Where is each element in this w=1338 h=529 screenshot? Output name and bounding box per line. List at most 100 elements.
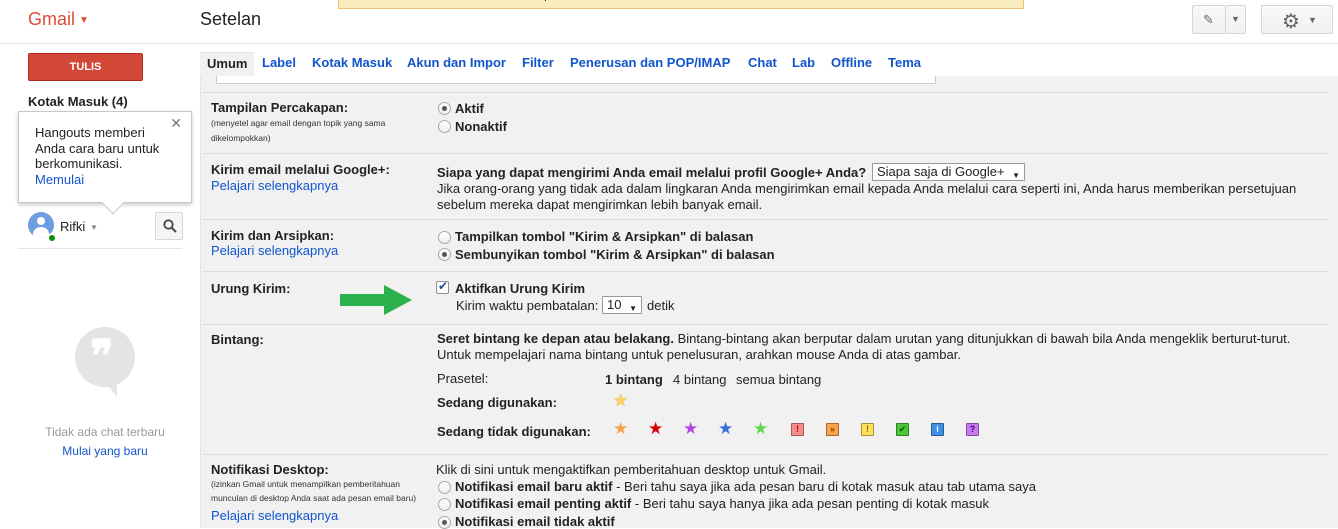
tab-accounts-import[interactable]: Akun dan Impor [407,52,506,76]
notify-off-label[interactable]: Notifikasi email tidak aktif [455,514,615,529]
undo-send-period-select[interactable]: 10 ▼ [602,296,642,314]
google-plus-select-value: Siapa saja di Google+ [877,164,1005,179]
conversation-view-on-label[interactable]: Aktif [455,101,484,116]
conversation-view-label: Tampilan Percakapan: [211,100,349,115]
undo-send-checkbox-label[interactable]: Aktifkan Urung Kirim [455,281,585,296]
notify-new-mail-label[interactable]: Notifikasi email baru aktif - Beri tahu … [455,479,1036,494]
tab-labels[interactable]: Label [262,52,296,76]
start-new-chat-link-text[interactable]: Mulai yang baru [62,444,147,458]
stars-in-use-label: Sedang digunakan: [437,395,557,410]
desktop-notifications-description: (izinkan Gmail untuk menampilkan pemberi… [211,479,417,503]
send-archive-label: Kirim dan Arsipkan: [211,228,335,243]
chevron-down-icon[interactable]: ▼ [90,223,98,232]
tab-offline[interactable]: Offline [831,52,872,76]
tab-chat[interactable]: Chat [748,52,777,76]
send-archive-hide-label[interactable]: Sembunyikan tombol "Kirim & Arsipkan" di… [455,247,775,262]
purple-star-icon[interactable]: ★ [683,420,698,437]
start-new-chat-link[interactable]: Mulai yang baru [0,444,210,458]
stars-preset-all-stars[interactable]: semua bintang [736,372,821,387]
google-plus-select[interactable]: Siapa saja di Google+ ▼ [872,163,1025,181]
divider [18,248,182,249]
tab-general[interactable]: Umum [200,52,255,76]
conversation-view-on-radio[interactable] [438,102,451,115]
green-check-icon[interactable]: ✔ [896,423,909,436]
chevron-down-icon: ▼ [629,304,637,313]
chevron-down-icon: ▼ [79,14,89,26]
sidebar-item-inbox[interactable]: Kotak Masuk (4) [28,94,128,109]
tab-inbox[interactable]: Kotak Masuk [312,52,392,76]
send-archive-show-label[interactable]: Tampilkan tombol "Kirim & Arsipkan" di b… [455,229,753,244]
gear-icon: ⚙ [1282,11,1300,33]
undo-send-period-unit: detik [647,298,675,313]
settings-button[interactable]: ⚙ ▼ [1261,5,1333,34]
blue-info-icon[interactable]: i [931,423,944,436]
hangouts-start-link[interactable]: Memulai [35,172,84,187]
red-star-icon[interactable]: ★ [648,420,663,437]
send-archive-hide-radio[interactable] [438,248,451,261]
undo-send-label: Urung Kirim: [211,281,291,296]
notify-new-mail-radio[interactable] [438,481,451,494]
no-chat-text: Tidak ada chat terbaru [45,425,165,439]
google-plus-email-label: Kirim email melalui Google+: [211,162,390,177]
desktop-notifications-label: Notifikasi Desktop: [211,462,329,477]
hangouts-quote-icon: ❞ [75,327,135,397]
undo-send-period-value: 10 [607,297,622,312]
desktop-notifications-learn-more-link[interactable]: Pelajari selengkapnya [211,508,338,523]
search-icon [163,219,177,233]
chat-search-button[interactable] [155,212,183,240]
yellow-star-icon[interactable]: ★ [613,392,628,409]
stars-label: Bintang: [211,332,264,347]
hangouts-promo-popup: ✕ Hangouts memberi Anda cara baru untuk … [18,111,192,215]
green-arrow-annotation [340,285,412,315]
stars-presets-label: Prasetel: [437,371,489,386]
pencil-icon: ✎ [1203,12,1214,27]
input-tools-dropdown[interactable]: ▼ [1226,5,1246,34]
gmail-menu[interactable]: Gmail ▼ [28,9,89,30]
orange-guillemet-icon[interactable]: » [826,423,839,436]
checkmark-icon: ✔ [438,279,449,293]
send-archive-learn-more-link[interactable]: Pelajari selengkapnya [211,243,338,258]
notify-off-radio[interactable] [438,516,451,529]
undo-send-period-label: Kirim waktu pembatalan: [456,298,599,313]
yellow-bang-icon[interactable]: ! [861,423,874,436]
conversation-view-description: (menyetel agar email dengan topik yang s… [211,118,386,143]
close-icon[interactable]: ✕ [170,115,182,132]
stars-not-in-use-label: Sedang tidak digunakan: [437,424,591,439]
green-star-icon[interactable]: ★ [753,420,768,437]
enable-desktop-notifications-link[interactable]: Klik di sini untuk mengaktifkan pemberit… [436,462,826,477]
purple-question-icon[interactable]: ? [966,423,979,436]
row-divider [203,454,1328,455]
tab-forwarding-pop-imap[interactable]: Penerusan dan POP/IMAP [570,52,730,76]
online-status-icon [47,233,57,243]
tab-filters[interactable]: Filter [522,52,554,76]
stars-preset-1-star[interactable]: 1 bintang [605,372,663,387]
stars-preset-4-stars[interactable]: 4 bintang [673,372,727,387]
settings-top-edge [216,76,936,84]
page-title: Setelan [200,9,262,29]
notice-bar [338,0,1024,9]
chat-user-name[interactable]: Rifki [60,219,85,234]
compose-button[interactable]: TULIS [28,53,143,81]
top-bar: Gmail ▼ Setelan ✎ ▼ ⚙ ▼ [0,0,1338,44]
blue-star-icon[interactable]: ★ [718,420,733,437]
notify-important-mail-radio[interactable] [438,498,451,511]
conversation-view-off-radio[interactable] [438,120,451,133]
google-plus-description: Jika orang-orang yang tidak ada dalam li… [437,181,1297,212]
row-divider [203,92,1328,93]
conversation-view-off-label[interactable]: Nonaktif [455,119,507,134]
row-divider [203,271,1328,272]
row-divider [203,324,1328,325]
notice-text-fragment [545,0,546,1]
tab-labs[interactable]: Lab [792,52,815,76]
tab-themes[interactable]: Tema [888,52,921,76]
popup-pointer [101,191,125,215]
gmail-logo-text: Gmail [28,9,76,29]
google-plus-learn-more-link[interactable]: Pelajari selengkapnya [211,178,338,193]
red-bang-icon[interactable]: ! [791,423,804,436]
notify-important-mail-label[interactable]: Notifikasi email penting aktif - Beri ta… [455,496,989,511]
hangouts-promo-text: Hangouts memberi Anda cara baru untuk be… [35,125,160,171]
undo-send-checkbox[interactable]: ✔ [436,279,449,294]
send-archive-show-radio[interactable] [438,231,451,244]
input-tools-button[interactable]: ✎ [1192,5,1226,34]
orange-star-icon[interactable]: ★ [613,420,628,437]
